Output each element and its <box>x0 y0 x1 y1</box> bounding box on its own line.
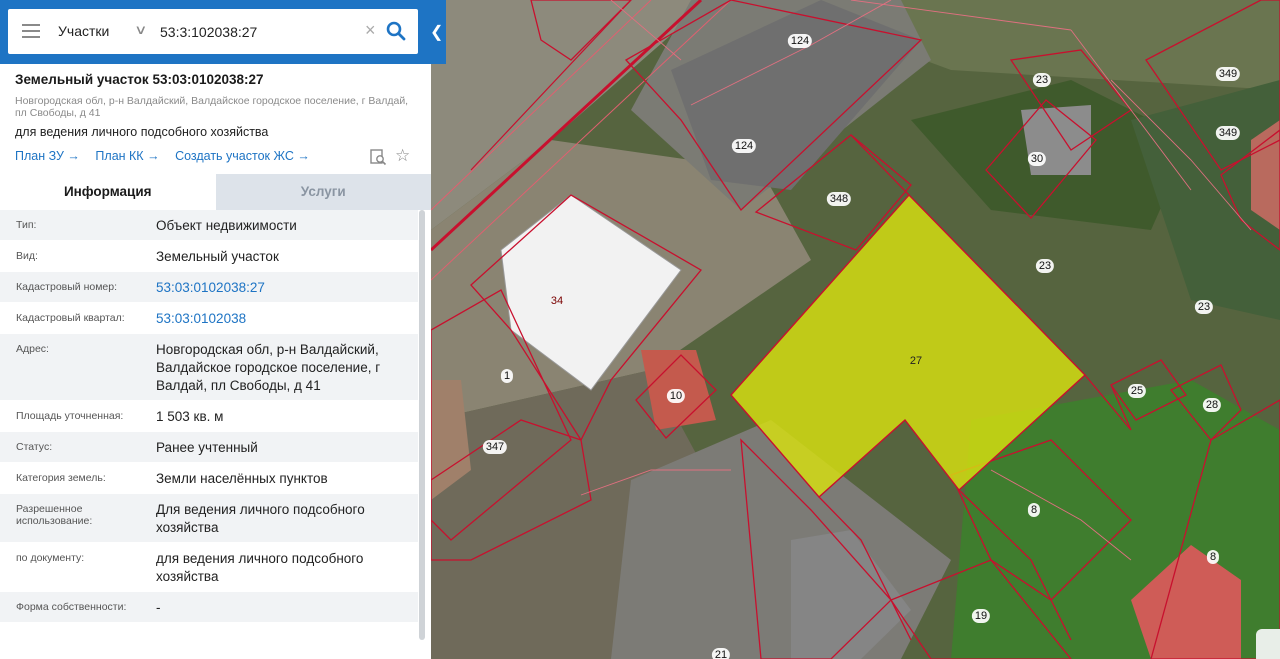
info-row-cadastral-number: Кадастровый номер: 53:03:0102038:27 <box>0 272 418 303</box>
row-value: Объект недвижимости <box>156 218 297 233</box>
row-key: Разрешенное использование: <box>16 503 93 527</box>
plan-kk-link[interactable]: План КК → <box>95 149 159 163</box>
parcel-label[interactable]: 124 <box>787 34 813 48</box>
parcel-label[interactable]: 349 <box>1215 67 1241 81</box>
page-title: Земельный участок 53:03:0102038:27 <box>15 72 264 87</box>
row-value: Земельный участок <box>156 249 279 264</box>
info-row-ownership: Форма собственности: - <box>0 592 418 623</box>
info-row-kind: Вид: Земельный участок <box>0 241 418 272</box>
parcel-label[interactable]: 28 <box>1202 398 1222 412</box>
map-canvas <box>431 0 1280 659</box>
row-key: Вид: <box>16 250 38 262</box>
selected-parcel-label[interactable]: 27 <box>907 354 925 368</box>
row-key: Форма собственности: <box>16 601 127 613</box>
parcel-label[interactable]: 349 <box>1215 126 1241 140</box>
info-row-area: Площадь уточненная: 1 503 кв. м <box>0 401 418 432</box>
info-row-address: Адрес: Новгородская обл, р-н Валдайский,… <box>0 334 418 401</box>
info-row-land-category: Категория земель: Земли населённых пункт… <box>0 463 418 494</box>
parcel-label[interactable]: 23 <box>1035 259 1055 273</box>
parcel-label[interactable]: 34 <box>548 294 566 308</box>
map-control-corner[interactable] <box>1256 629 1280 659</box>
cadastral-map[interactable]: 124 124 23 349 349 30 348 23 23 34 1 10 … <box>431 0 1280 659</box>
info-row-cadastral-quarter: Кадастровый квартал: 53:03:0102038 <box>0 303 418 334</box>
action-links: План ЗУ → План КК → Создать участок ЖС → <box>15 149 322 163</box>
info-row-status: Статус: Ранее учтенный <box>0 432 418 463</box>
row-value: - <box>156 600 161 615</box>
scrollbar[interactable] <box>419 210 425 640</box>
info-row-permitted-use: Разрешенное использование: Для ведения л… <box>0 494 418 543</box>
create-parcel-link[interactable]: Создать участок ЖС → <box>175 149 310 163</box>
info-row-by-document: по документу: для ведения личного подсоб… <box>0 543 418 592</box>
address-subtitle: Новгородская обл, р-н Валдайский, Валдай… <box>15 95 409 119</box>
info-table: Тип: Объект недвижимости Вид: Земельный … <box>0 210 418 623</box>
search-bar: Участки ∨ × ❮ <box>0 0 446 64</box>
clear-icon[interactable]: × <box>365 20 376 40</box>
parcel-label[interactable]: 348 <box>826 192 852 206</box>
cadastral-quarter-link[interactable]: 53:03:0102038 <box>156 310 406 328</box>
cadastral-number-link[interactable]: 53:03:0102038:27 <box>156 279 406 297</box>
row-key: Площадь уточненная: <box>16 410 124 422</box>
parcel-label[interactable]: 8 <box>1206 550 1220 564</box>
row-value: Новгородская обл, р-н Валдайский, Валдай… <box>156 342 381 393</box>
row-key: Кадастровый номер: <box>16 281 118 293</box>
row-value: Для ведения личного подсобного хозяйства <box>156 502 365 535</box>
chevron-down-icon[interactable]: ∨ <box>134 22 147 38</box>
row-value: 1 503 кв. м <box>156 409 224 424</box>
tabs: Информация Услуги <box>0 174 431 210</box>
row-key: по документу: <box>16 552 85 564</box>
tab-services[interactable]: Услуги <box>215 174 431 210</box>
row-key: Адрес: <box>16 343 49 355</box>
parcel-label[interactable]: 347 <box>482 440 508 454</box>
menu-icon[interactable] <box>22 24 40 38</box>
parcel-label[interactable]: 19 <box>971 609 991 623</box>
info-panel: Земельный участок 53:03:0102038:27 Новго… <box>0 64 431 659</box>
row-key: Категория земель: <box>16 472 106 484</box>
star-icon[interactable]: ☆ <box>395 146 410 166</box>
parcel-label[interactable]: 23 <box>1194 300 1214 314</box>
tab-info[interactable]: Информация <box>0 174 216 210</box>
parcel-label[interactable]: 30 <box>1027 152 1047 166</box>
parcel-label[interactable]: 25 <box>1127 384 1147 398</box>
purpose-text: для ведения личного подсобного хозяйства <box>15 125 269 139</box>
row-key: Статус: <box>16 441 53 453</box>
layer-select[interactable]: Участки <box>58 23 109 39</box>
row-key: Кадастровый квартал: <box>16 312 125 324</box>
collapse-panel-icon[interactable]: ❮ <box>430 22 443 42</box>
document-search-icon[interactable] <box>369 148 387 166</box>
parcel-label[interactable]: 124 <box>731 139 757 153</box>
info-row-type: Тип: Объект недвижимости <box>0 210 418 241</box>
search-input[interactable] <box>160 19 360 44</box>
search-box: Участки ∨ × <box>8 9 418 54</box>
row-value: для ведения личного подсобного хозяйства <box>156 551 364 584</box>
search-icon[interactable] <box>386 21 406 41</box>
row-value: Ранее учтенный <box>156 440 258 455</box>
parcel-label[interactable]: 21 <box>711 648 731 659</box>
parcel-label[interactable]: 8 <box>1027 503 1041 517</box>
row-key: Тип: <box>16 219 37 231</box>
row-value: Земли населённых пунктов <box>156 471 328 486</box>
parcel-label[interactable]: 23 <box>1032 73 1052 87</box>
parcel-label[interactable]: 10 <box>666 389 686 403</box>
plan-zu-link[interactable]: План ЗУ → <box>15 149 80 163</box>
parcel-label[interactable]: 1 <box>500 369 514 383</box>
